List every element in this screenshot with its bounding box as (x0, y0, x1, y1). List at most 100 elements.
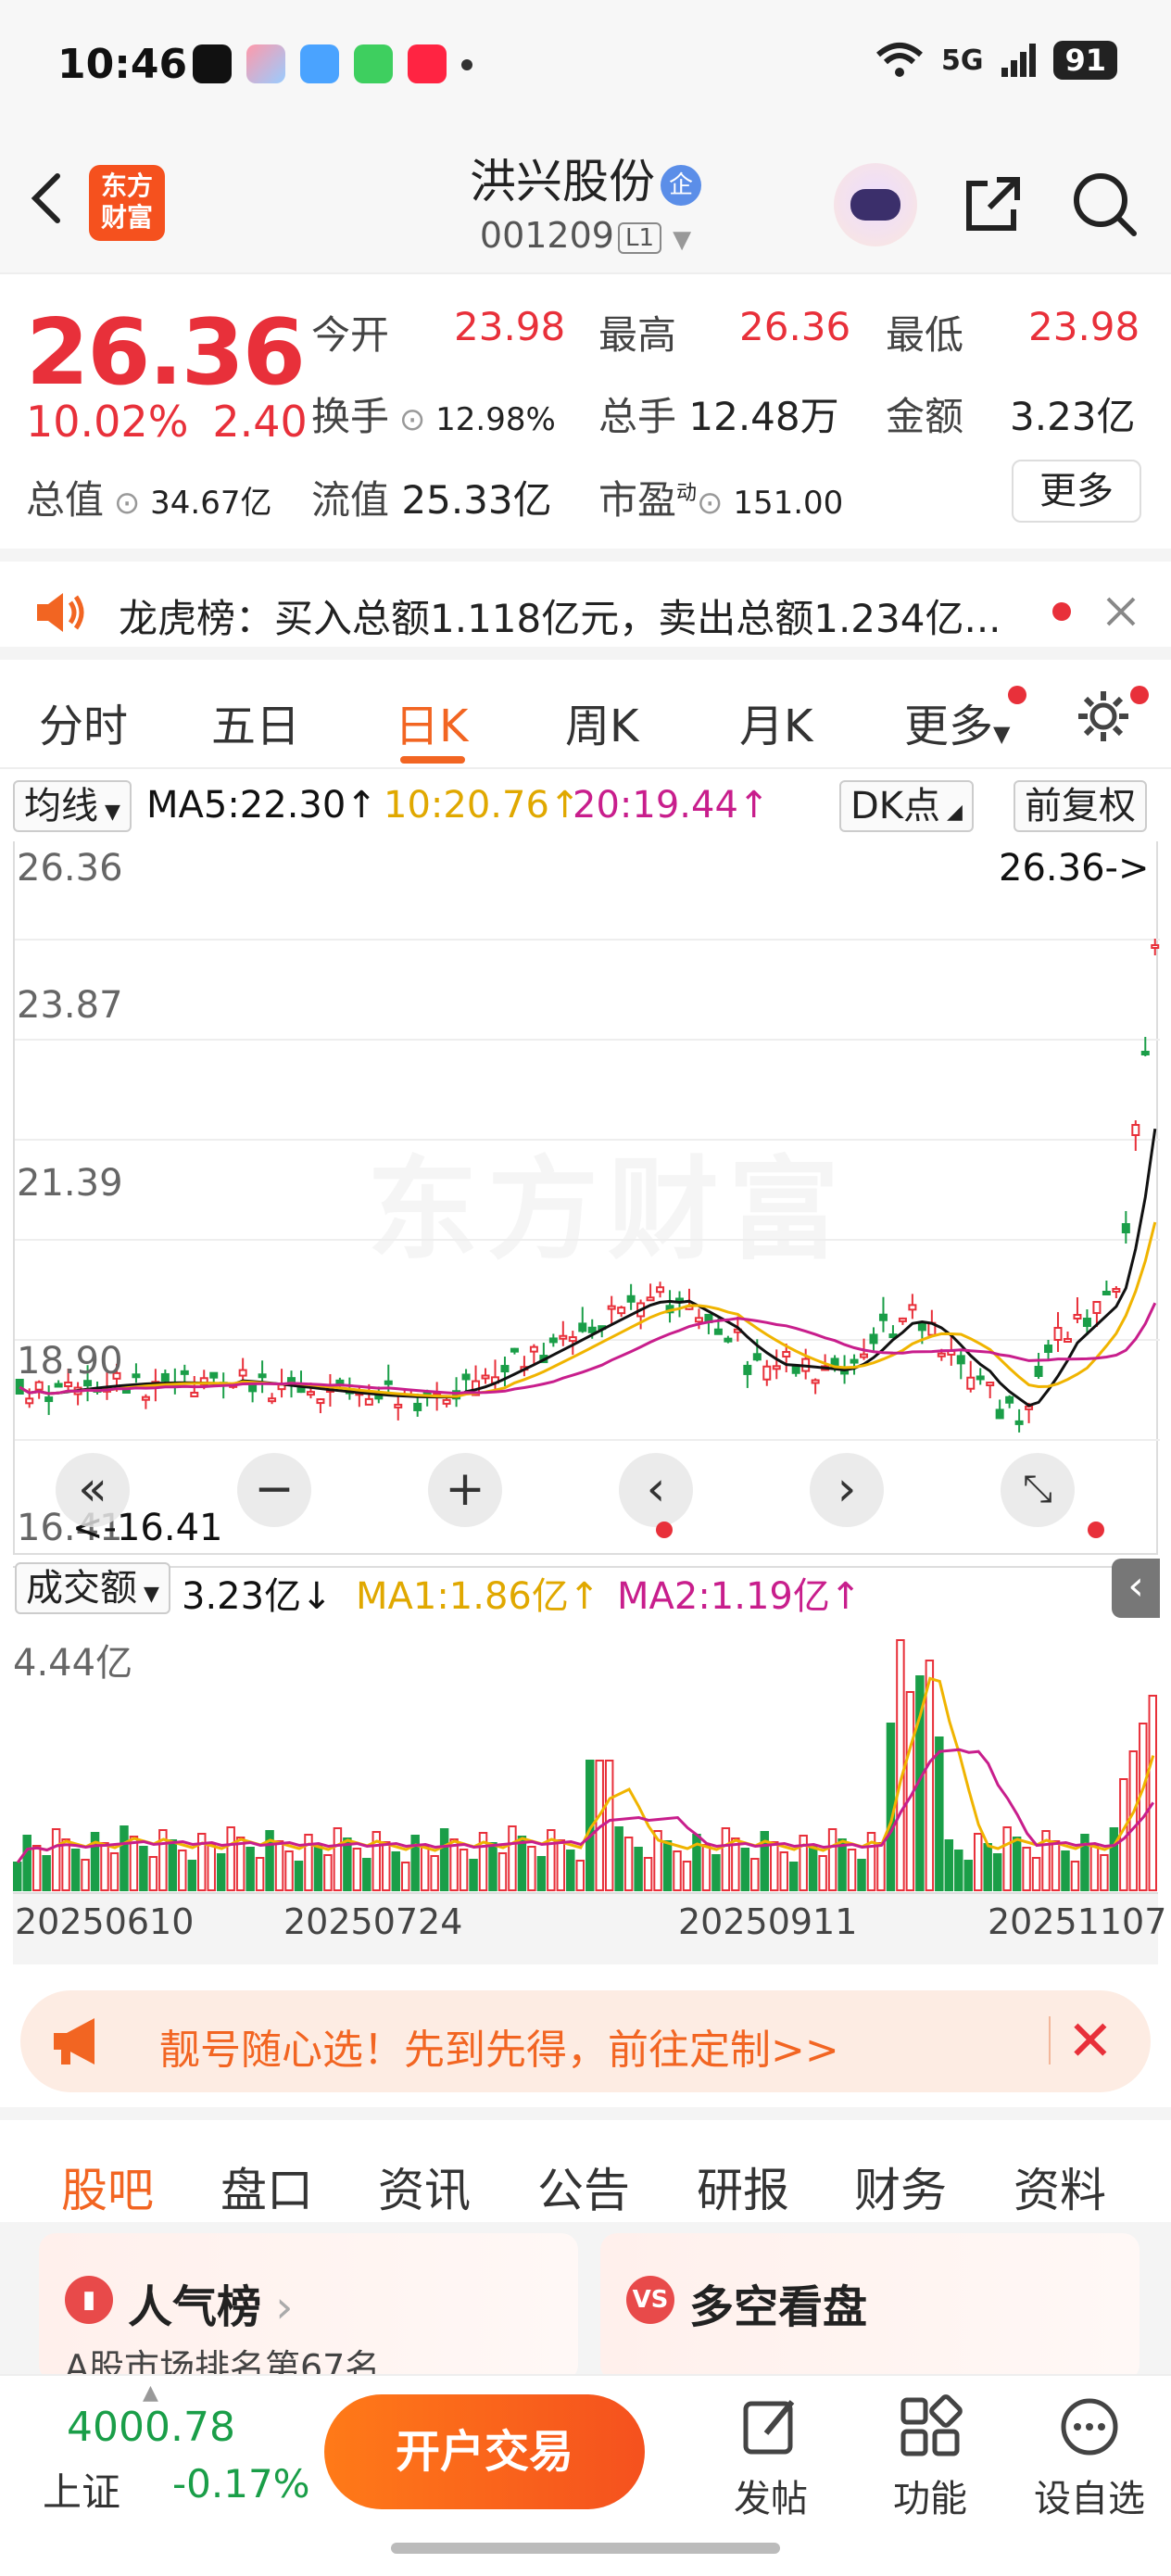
close-icon[interactable]: ✕ (1067, 2009, 1114, 2074)
tab-finance[interactable]: 财务 (854, 2153, 947, 2220)
open-value: 23.98 (454, 304, 566, 349)
volume-bar (566, 1850, 575, 1891)
scroll-right-button[interactable]: › (810, 1453, 884, 1527)
gear-icon[interactable] (1075, 688, 1132, 745)
volume-bar (120, 1825, 129, 1891)
tab-pankou[interactable]: 盘口 (220, 2153, 313, 2220)
bull-bear-card[interactable]: VS 多空看盘 (600, 2233, 1140, 2381)
volume-bar (100, 1842, 109, 1891)
adjust-selector[interactable]: 前复权 (1014, 780, 1147, 832)
collapse-panel-button[interactable]: ‹ (1112, 1559, 1160, 1618)
volume-bar (1148, 1695, 1157, 1891)
ma-line (19, 1128, 1157, 1408)
candle (1005, 1395, 1014, 1404)
volume-bar (963, 1860, 973, 1891)
volume-bar (274, 1840, 284, 1891)
chart-period-tabs: 分时 五日 日K 周K 月K 更多▼ (0, 660, 1171, 769)
unread-dot (1052, 602, 1071, 621)
tab-monthly-k[interactable]: 月K (739, 689, 812, 754)
more-quote-button[interactable]: 更多 (1012, 460, 1141, 523)
bull-bear-title: 多空看盘 (689, 2281, 868, 2333)
level1-tag: L1 (617, 221, 661, 254)
quote-panel: 26.36 10.02% 2.40 今开 23.98 最高 26.36 最低 23… (0, 276, 1171, 547)
candle (34, 1381, 44, 1391)
volume-indicator-selector[interactable]: 成交额 ▼ (15, 1562, 170, 1614)
volume-bar (721, 1827, 731, 1891)
candle (461, 1373, 471, 1381)
tab-more[interactable]: 更多▼ (904, 689, 1010, 754)
y-label-4: 18.90 (17, 1340, 123, 1383)
dragon-tiger-notice[interactable]: 龙虎榜：买入总额1.118亿元，卖出总额1.234亿... (0, 549, 1171, 660)
volume-bar (148, 1856, 158, 1891)
tab-news[interactable]: 资讯 (378, 2153, 471, 2220)
index-change[interactable]: -0.17% (172, 2461, 310, 2507)
low-value: 23.98 (1028, 304, 1140, 349)
volume-bar (973, 1833, 983, 1891)
volume-chart[interactable]: 成交额 ▼ 3.23亿↓ MA1:1.86亿↑ MA2:1.19亿↑ ‹ 4.4… (13, 1559, 1166, 1968)
zoom-in-button[interactable]: + (428, 1453, 502, 1527)
dk-point-selector[interactable]: DK点 ◢ (839, 780, 974, 832)
scroll-left-fast-button[interactable]: « (56, 1453, 130, 1527)
share-icon[interactable] (956, 167, 1030, 241)
volume-bar (808, 1845, 818, 1891)
tab-profile[interactable]: 资料 (1014, 2153, 1106, 2220)
functions-button[interactable]: 功能 (865, 2394, 995, 2522)
volume-bar (662, 1840, 673, 1891)
ma5-value: MA5:22.30↑ (146, 784, 377, 827)
fullscreen-button[interactable]: ⤡ (1001, 1453, 1075, 1527)
feature-cards: ▮ 人气榜 › A股市场排名第67名 VS 多空看盘 (0, 2222, 1171, 2388)
x-date-3: 20250911 (678, 1901, 858, 1942)
wifi-icon (876, 43, 923, 77)
volume-bar (81, 1859, 90, 1891)
candle (529, 1345, 538, 1353)
index-name[interactable]: 上证 (43, 2461, 120, 2518)
open-account-trade-button[interactable]: 开户交易 (324, 2394, 645, 2509)
volume-bar (896, 1639, 905, 1891)
scroll-left-button[interactable]: ‹ (619, 1453, 693, 1527)
zoom-out-button[interactable]: − (237, 1453, 311, 1527)
candle (1102, 1291, 1111, 1295)
tab-announcements[interactable]: 公告 (537, 2153, 630, 2220)
kline-chart[interactable]: 东方财富 26.36 23.87 21.39 18.90 16.41 26.36… (13, 841, 1160, 1555)
chevron-down-icon: ▼ (673, 226, 692, 254)
tab-weekly-k[interactable]: 周K (565, 689, 638, 754)
volume-ma2: MA2:1.19亿↑ (617, 1575, 862, 1618)
candle (1073, 1314, 1082, 1320)
search-icon[interactable] (1067, 167, 1141, 241)
candle (1063, 1338, 1072, 1343)
ma-selector[interactable]: 均线 ▼ (13, 780, 132, 832)
index-value[interactable]: 4000.78 (67, 2404, 235, 2451)
volume-bar (1061, 1850, 1070, 1891)
tab-guba[interactable]: 股吧 (61, 2153, 154, 2220)
candle (306, 1391, 315, 1396)
tab-research[interactable]: 研报 (697, 2153, 789, 2220)
tab-daily-k[interactable]: 日K (395, 689, 468, 754)
candle (316, 1398, 325, 1405)
candle (617, 1307, 626, 1315)
close-icon[interactable] (1104, 595, 1138, 628)
add-watchlist-button[interactable]: 设自选 (1025, 2394, 1154, 2522)
promo-banner[interactable]: 靓号随心选！先到先得，前往定制>> ✕ (20, 1990, 1151, 2092)
tab-5day[interactable]: 五日 (211, 689, 300, 754)
volume-bar (31, 1845, 42, 1891)
volume-bar (497, 1852, 508, 1891)
candle (713, 1328, 723, 1335)
candle (500, 1365, 510, 1373)
volume-bar (178, 1850, 187, 1891)
volume-bar (187, 1860, 197, 1891)
popularity-card[interactable]: ▮ 人气榜 › A股市场排名第67名 (39, 2233, 578, 2388)
candle (1053, 1327, 1063, 1341)
xiaohongshu-icon (408, 44, 447, 83)
turnover: 换手 ⊙ 12.98% (311, 394, 556, 439)
chart-reddot-1 (656, 1522, 673, 1538)
candle (694, 1317, 703, 1323)
candle (132, 1373, 141, 1379)
ai-assistant-avatar[interactable] (834, 163, 917, 246)
candle (956, 1355, 965, 1365)
candle (966, 1376, 976, 1390)
post-button[interactable]: 发帖 (706, 2394, 836, 2522)
tab-intraday[interactable]: 分时 (39, 689, 128, 754)
volume-bar (1012, 1837, 1022, 1891)
volume-bar (61, 1838, 70, 1891)
candle (724, 1337, 733, 1343)
